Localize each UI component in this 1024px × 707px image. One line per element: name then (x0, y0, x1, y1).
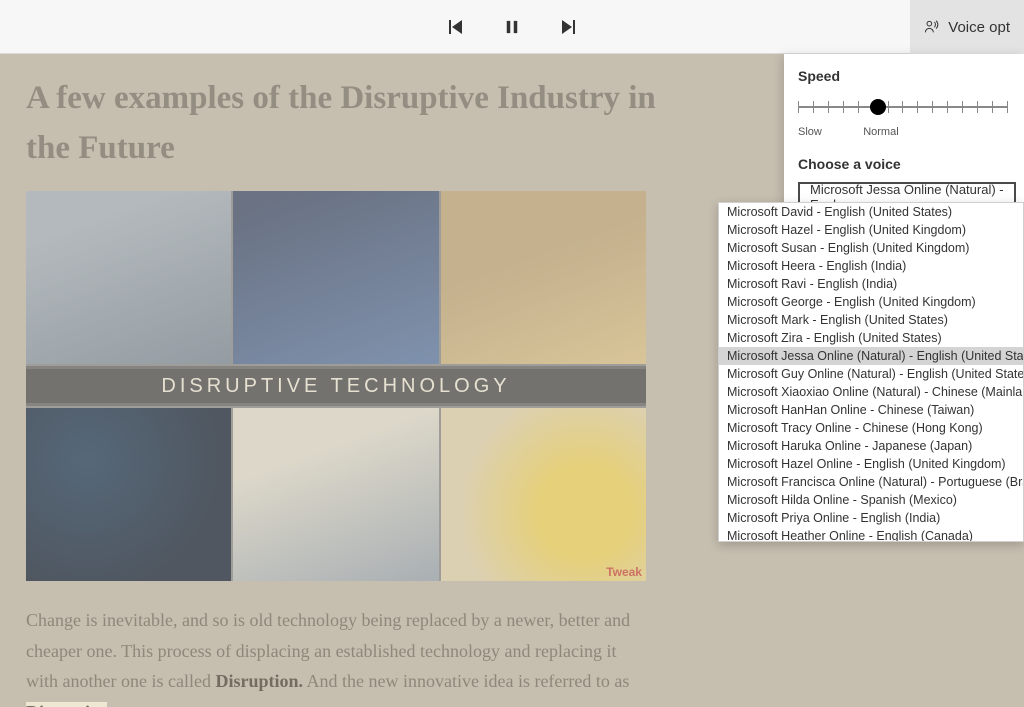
playback-controls (446, 17, 578, 37)
collage-brand-tag: Tweak (606, 565, 642, 579)
next-button[interactable] (558, 17, 578, 37)
collage-cell (441, 191, 646, 364)
collage-cell (26, 191, 231, 364)
speed-label-normal: Normal (863, 126, 898, 138)
collage-cell (233, 408, 438, 581)
article-title: A few examples of the Disruptive Industr… (26, 74, 664, 173)
voice-listbox[interactable]: Microsoft David - English (United States… (718, 202, 1024, 542)
collage-cell: Tweak (441, 408, 646, 581)
voice-option[interactable]: Microsoft Tracy Online - Chinese (Hong K… (719, 419, 1023, 437)
pause-button[interactable] (502, 17, 522, 37)
voice-option[interactable]: Microsoft Priya Online - English (India) (719, 509, 1023, 527)
voice-option[interactable]: Microsoft Mark - English (United States) (719, 311, 1023, 329)
voice-option[interactable]: Microsoft Susan - English (United Kingdo… (719, 239, 1023, 257)
person-sound-icon (924, 19, 940, 35)
article-paragraph: Change is inevitable, and so is old tech… (26, 605, 646, 707)
speed-label: Speed (798, 68, 1024, 84)
voice-option[interactable]: Microsoft Francisca Online (Natural) - P… (719, 473, 1023, 491)
voice-option[interactable]: Microsoft Hilda Online - Spanish (Mexico… (719, 491, 1023, 509)
collage-cell (26, 408, 231, 581)
voice-option[interactable]: Microsoft George - English (United Kingd… (719, 293, 1023, 311)
voice-options-label: Voice opt (948, 19, 1010, 36)
voice-option[interactable]: Microsoft David - English (United States… (719, 203, 1023, 221)
voice-option[interactable]: Microsoft Guy Online (Natural) - English… (719, 365, 1023, 383)
body-text-highlight: Disruptive (26, 702, 107, 707)
voice-option[interactable]: Microsoft Heera - English (India) (719, 257, 1023, 275)
speed-label-slow: Slow (798, 126, 822, 138)
body-text: And the new innovative idea is referred … (307, 671, 630, 691)
speed-slider[interactable] (798, 94, 1008, 122)
collage-cell (233, 191, 438, 364)
voice-option[interactable]: Microsoft Zira - English (United States) (719, 329, 1023, 347)
slider-ticks (798, 101, 1008, 113)
voice-option[interactable]: Microsoft Jessa Online (Natural) - Engli… (719, 347, 1023, 365)
voice-options-button[interactable]: Voice opt (910, 0, 1024, 54)
voice-option[interactable]: Microsoft Hazel - English (United Kingdo… (719, 221, 1023, 239)
slider-thumb[interactable] (870, 99, 886, 115)
voice-option[interactable]: Microsoft Haruka Online - Japanese (Japa… (719, 437, 1023, 455)
voice-option[interactable]: Microsoft Hazel Online - English (United… (719, 455, 1023, 473)
voice-option[interactable]: Microsoft Ravi - English (India) (719, 275, 1023, 293)
speed-slider-labels: Slow Normal (798, 126, 1008, 138)
choose-voice-label: Choose a voice (798, 156, 1024, 172)
reader-toolbar: Voice opt (0, 0, 1024, 54)
previous-button[interactable] (446, 17, 466, 37)
article-image-collage: DISRUPTIVE TECHNOLOGY Tweak (26, 191, 646, 581)
body-text-bold: Disruption. (215, 671, 303, 691)
collage-banner: DISRUPTIVE TECHNOLOGY (26, 366, 646, 406)
voice-option[interactable]: Microsoft Xiaoxiao Online (Natural) - Ch… (719, 383, 1023, 401)
voice-option[interactable]: Microsoft Heather Online - English (Cana… (719, 527, 1023, 542)
voice-option[interactable]: Microsoft HanHan Online - Chinese (Taiwa… (719, 401, 1023, 419)
